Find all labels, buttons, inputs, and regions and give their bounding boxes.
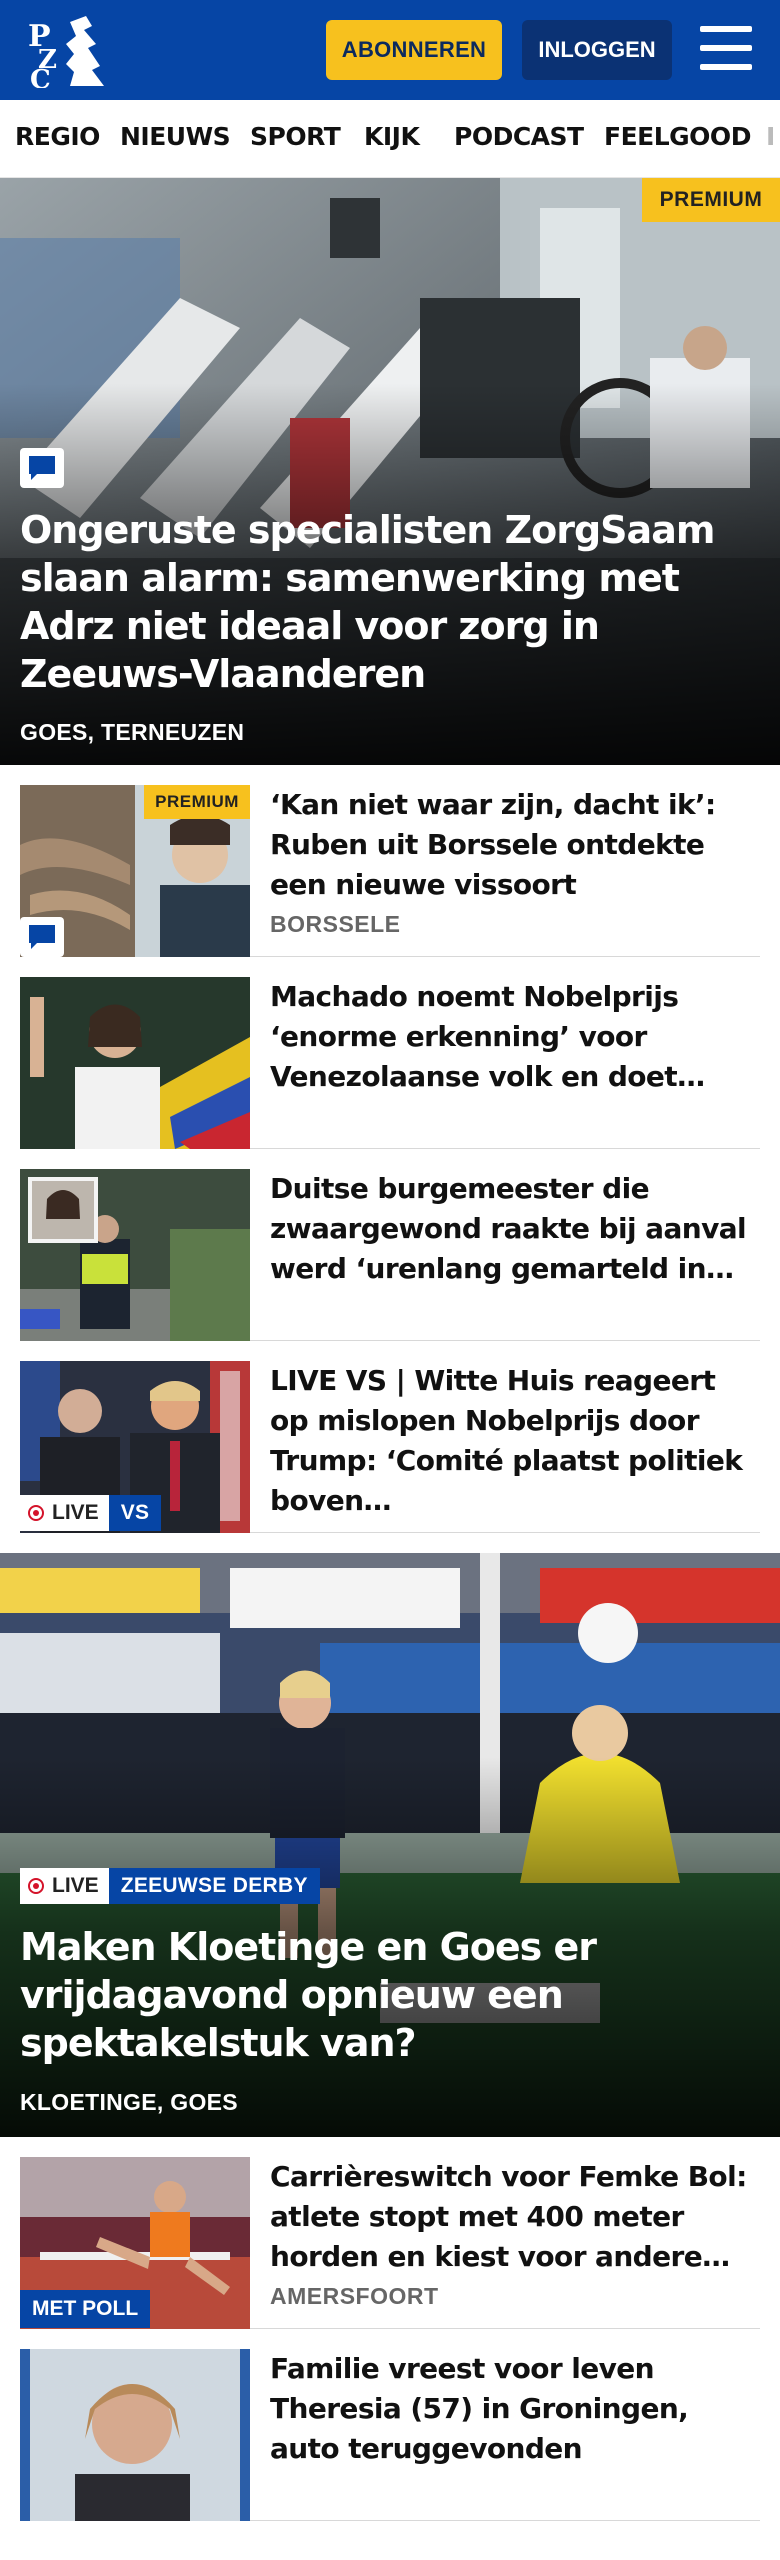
nav-item-kijk[interactable]: KIJK: [364, 122, 420, 151]
pzc-logo[interactable]: P Z C: [26, 14, 118, 95]
live-dot-icon: [28, 1505, 44, 1521]
live-dot-icon: [28, 1878, 44, 1894]
article-location: BORSSELE: [270, 911, 401, 937]
article-duitse-burgemeester[interactable]: Duitse burgemeester die zwaargewond raak…: [20, 1169, 760, 1341]
login-button[interactable]: INLOGGEN: [522, 20, 672, 80]
live-vs-badge: LIVE VS: [20, 1495, 162, 1531]
article-title[interactable]: Machado noemt Nobelprijs ‘enorme erkenni…: [270, 977, 760, 1097]
article-machado-nobelprijs[interactable]: Machado noemt Nobelprijs ‘enorme erkenni…: [20, 977, 760, 1149]
hero-location: GOES, TERNEUZEN: [20, 719, 245, 745]
section-nav: REGIO NIEUWS SPORT KIJK PODCAST FEELGOOD…: [0, 100, 780, 178]
hero-title[interactable]: Ongeruste specialisten ZorgSaam slaan al…: [20, 506, 760, 698]
derby-label: ZEEUWSE DERBY: [108, 1868, 320, 1904]
article-nieuwe-vissoort[interactable]: PREMIUM ‘Kan niet waar zijn, dacht ik’: …: [20, 785, 760, 957]
nav-item-nieuws[interactable]: NIEUWS: [120, 122, 231, 151]
nav-item-podcast[interactable]: PODCAST: [454, 122, 584, 151]
hero-title[interactable]: Maken Kloetinge en Goes er vrijdag­avond…: [20, 1923, 760, 2067]
premium-badge: PREMIUM: [642, 178, 780, 222]
article-femke-bol[interactable]: MET POLL Carrièreswitch voor Femke Bol: …: [20, 2157, 760, 2329]
article-thumbnail: [20, 977, 250, 1149]
hamburger-menu-icon[interactable]: [700, 24, 752, 72]
article-title[interactable]: LIVE VS | Witte Huis reageert op mislope…: [270, 1361, 760, 1521]
nav-item-overflow[interactable]: I: [766, 122, 775, 151]
comment-icon: [20, 448, 64, 488]
site-header: P Z C ABONNEREN INLOGGEN: [0, 0, 780, 100]
live-derby-badge: LIVE ZEEUWSE DERBY: [20, 1868, 320, 1904]
premium-badge: PREMIUM: [144, 785, 250, 819]
article-title[interactable]: Familie vreest voor leven Theresia (57) …: [270, 2349, 760, 2469]
comment-icon: [20, 917, 64, 957]
nav-item-sport[interactable]: SPORT: [250, 122, 341, 151]
subscribe-button[interactable]: ABONNEREN: [326, 20, 502, 80]
live-label: LIVE: [20, 1868, 109, 1904]
article-title[interactable]: Carrièreswitch voor Femke Bol: atlete st…: [270, 2157, 760, 2277]
hero-article-zorgsaam[interactable]: PREMIUM Ongeruste specialisten ZorgSaam …: [0, 178, 780, 765]
article-thumbnail: [20, 2349, 250, 2521]
article-location: AMERSFOORT: [270, 2283, 439, 2309]
vs-label: VS: [108, 1495, 162, 1531]
article-title[interactable]: Duitse burgemeester die zwaargewond raak…: [270, 1169, 760, 1289]
live-label: LIVE: [20, 1495, 109, 1531]
hero-location: KLOETINGE, GOES: [20, 2089, 238, 2115]
nav-item-feelgood[interactable]: FEELGOOD: [604, 122, 751, 151]
nav-item-regio[interactable]: REGIO: [15, 122, 100, 151]
article-thumbnail: [20, 1169, 250, 1341]
article-familie-theresia[interactable]: Familie vreest voor leven Theresia (57) …: [20, 2349, 760, 2521]
article-witte-huis-nobelprijs[interactable]: LIVE VS LIVE VS | Witte Huis reageert op…: [20, 1361, 760, 1533]
hero-article-derby[interactable]: LIVE ZEEUWSE DERBY Maken Kloetinge en Go…: [0, 1553, 780, 2137]
article-title[interactable]: ‘Kan niet waar zijn, dacht ik’: Ruben ui…: [270, 785, 760, 905]
svg-text:C: C: [30, 65, 51, 88]
poll-badge: MET POLL: [20, 2290, 151, 2328]
